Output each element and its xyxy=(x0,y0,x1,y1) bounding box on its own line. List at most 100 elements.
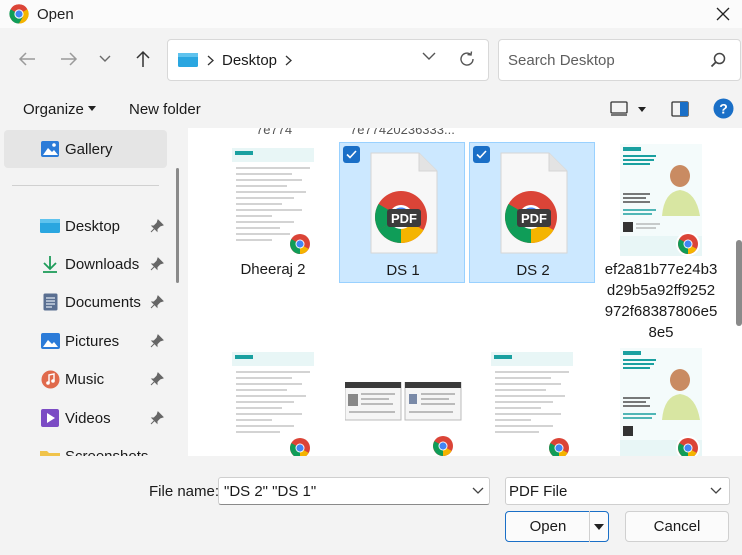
up-button[interactable] xyxy=(130,46,156,72)
file-name: Dheeraj 2 xyxy=(240,261,306,278)
pin-icon[interactable] xyxy=(150,257,164,271)
file-name-label: File name: xyxy=(149,483,220,500)
file-type-select[interactable]: PDF File xyxy=(505,477,730,505)
forward-button[interactable] xyxy=(56,46,82,72)
file-item[interactable] xyxy=(339,346,465,456)
file-item[interactable] xyxy=(469,346,595,456)
desktop-icon xyxy=(40,216,60,236)
organize-button[interactable]: Organize xyxy=(23,101,97,118)
window-title: Open xyxy=(37,5,74,23)
file-item-ds-1[interactable]: PDF DS 1 xyxy=(339,142,465,283)
chevron-down-icon[interactable] xyxy=(422,52,436,61)
search-icon xyxy=(710,52,726,68)
file-name-input[interactable]: "DS 2" "DS 1" xyxy=(218,477,490,505)
svg-text:PDF: PDF xyxy=(391,211,417,226)
preview-pane-icon[interactable] xyxy=(671,101,689,117)
folder-icon xyxy=(40,446,60,456)
title-bar: Open xyxy=(0,0,742,28)
sidebar-item-label: Pictures xyxy=(65,332,120,350)
close-button[interactable] xyxy=(708,0,738,28)
open-button-label: Open xyxy=(529,518,567,535)
new-folder-button[interactable]: New folder xyxy=(129,101,201,118)
sidebar-item-label: Gallery xyxy=(65,140,113,158)
view-icon[interactable] xyxy=(610,101,628,116)
arrow-up-icon xyxy=(136,50,150,67)
partial-file-label: 7e774 xyxy=(256,128,293,137)
pdf-file-icon: PDF xyxy=(370,152,438,254)
pin-icon[interactable] xyxy=(150,295,164,309)
navigation-pane: Gallery Desktop Downloads Documents Pict… xyxy=(0,128,184,456)
pin-icon[interactable] xyxy=(150,219,164,233)
search-placeholder: Search Desktop xyxy=(508,51,615,69)
sidebar-item-videos[interactable]: Videos xyxy=(0,399,167,437)
pin-icon[interactable] xyxy=(150,372,164,386)
sidebar-item-downloads[interactable]: Downloads xyxy=(0,245,167,283)
health-report-thumbnail xyxy=(620,348,702,456)
sidebar-item-label: Music xyxy=(65,370,105,388)
file-item-ef2a81b77e24b3[interactable]: ef2a81b77e24b3 d29b5a92ff9252 972f683878… xyxy=(598,142,724,342)
arrow-left-icon xyxy=(18,52,35,66)
chrome-icon xyxy=(9,4,29,24)
id-card-thumbnail xyxy=(345,382,462,456)
cancel-button[interactable]: Cancel xyxy=(625,511,729,542)
sidebar-item-label: Desktop xyxy=(65,217,121,235)
checkbox-checked[interactable] xyxy=(343,146,360,163)
videos-icon xyxy=(40,408,60,428)
pdf-file-icon: PDF xyxy=(500,152,568,254)
sidebar-item-gallery[interactable]: Gallery xyxy=(4,130,167,168)
file-name-line: ef2a81b77e24b3 xyxy=(604,261,718,278)
health-report-thumbnail xyxy=(620,144,702,256)
file-name: DS 1 xyxy=(386,262,420,279)
file-name-line: 972f68387806e5 xyxy=(604,303,718,320)
command-bar: Organize New folder ? xyxy=(0,92,742,128)
address-bar[interactable]: Desktop xyxy=(167,39,489,81)
search-input[interactable]: Search Desktop xyxy=(498,39,741,81)
open-options-button[interactable] xyxy=(589,511,608,542)
file-item-dheeraj-2[interactable]: Dheeraj 2 xyxy=(210,142,336,283)
checkbox-checked[interactable] xyxy=(473,146,490,163)
check-icon xyxy=(476,150,487,159)
sidebar-item-label: Downloads xyxy=(65,255,140,273)
file-item-ds-2[interactable]: PDF DS 2 xyxy=(469,142,595,283)
file-list-scrollbar[interactable] xyxy=(736,240,742,326)
sidebar-item-label: Screenshots xyxy=(65,447,149,457)
pin-icon[interactable] xyxy=(150,334,164,348)
sidebar-item-screenshots[interactable]: Screenshots xyxy=(0,437,167,456)
svg-text:PDF: PDF xyxy=(521,211,547,226)
sidebar-item-label: Videos xyxy=(65,409,111,427)
file-item[interactable] xyxy=(598,346,724,456)
chevron-right-icon[interactable] xyxy=(285,55,293,66)
breadcrumb-desktop[interactable]: Desktop xyxy=(222,52,277,69)
arrow-right-icon xyxy=(61,52,78,66)
caret-down-icon xyxy=(88,106,97,111)
sidebar-item-desktop[interactable]: Desktop xyxy=(0,207,167,245)
pdf-document-thumbnail xyxy=(232,144,314,256)
pdf-document-thumbnail xyxy=(232,348,314,456)
download-icon xyxy=(40,254,60,274)
sidebar-item-label: Documents xyxy=(65,293,141,311)
sidebar-scrollbar[interactable] xyxy=(176,168,179,283)
file-type-value: PDF File xyxy=(509,482,568,500)
help-icon[interactable]: ? xyxy=(713,98,734,119)
chevron-down-icon[interactable] xyxy=(471,484,485,498)
back-button[interactable] xyxy=(14,46,40,72)
recent-locations-button[interactable] xyxy=(92,46,118,72)
chevron-down-icon xyxy=(710,487,722,494)
desktop-folder-icon xyxy=(178,53,198,67)
sidebar-item-pictures[interactable]: Pictures xyxy=(0,322,167,360)
sidebar-item-music[interactable]: Music xyxy=(0,360,167,398)
navigation-bar: Desktop Search Desktop xyxy=(0,28,742,92)
file-list: 7e774 7e77420236333... Dheeraj 2 PDF DS … xyxy=(188,128,742,456)
sidebar-divider xyxy=(12,185,159,186)
partial-file-label: 7e77420236333... xyxy=(350,128,455,137)
refresh-icon[interactable] xyxy=(458,50,476,68)
file-name-value: "DS 2" "DS 1" xyxy=(224,482,317,500)
gallery-icon xyxy=(40,139,60,159)
caret-down-icon[interactable] xyxy=(638,107,646,112)
file-name-line: d29b5a92ff9252 xyxy=(606,282,716,299)
pin-icon[interactable] xyxy=(150,411,164,425)
open-button[interactable]: Open xyxy=(505,511,609,542)
file-item[interactable] xyxy=(210,346,336,456)
sidebar-item-documents[interactable]: Documents xyxy=(0,283,167,321)
documents-icon xyxy=(40,292,60,312)
